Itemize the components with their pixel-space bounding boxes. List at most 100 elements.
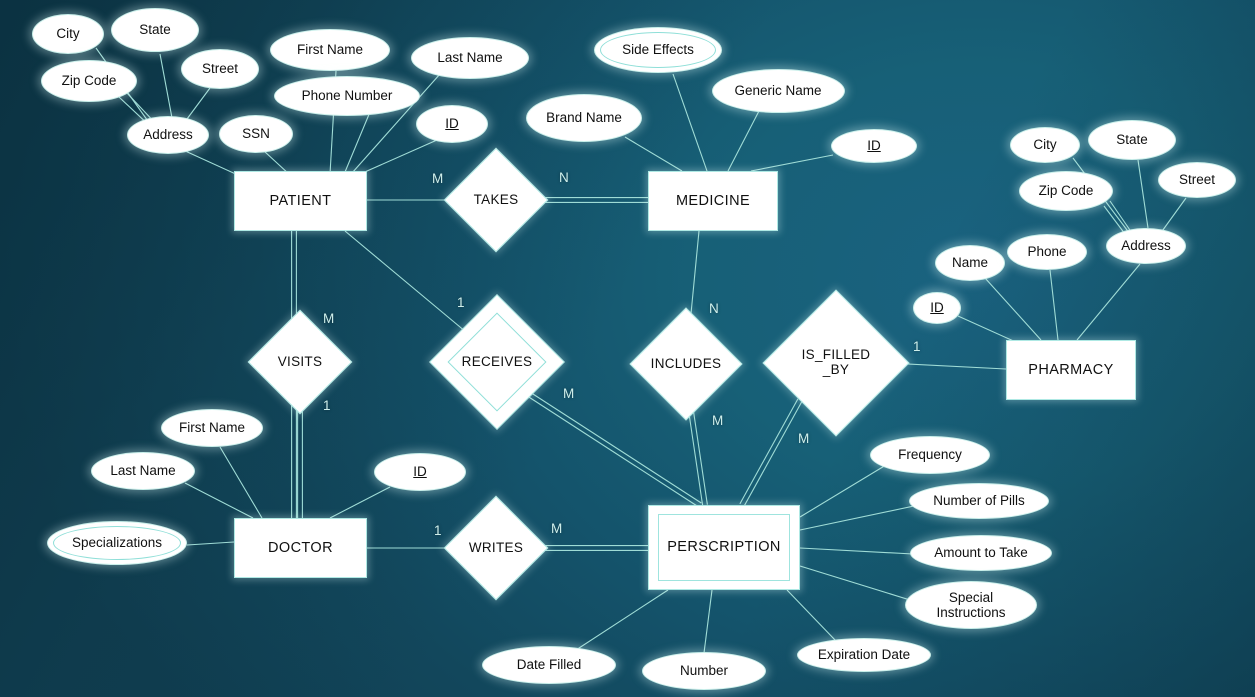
attribute-p_last[interactable]: Last Name [411,37,529,79]
card-isfilled-perscription: M [798,431,810,446]
attribute-label: Last Name [110,463,176,479]
attribute-d_id[interactable]: ID [374,453,466,491]
connector-line [219,446,263,519]
attribute-label: Number of Pills [933,493,1025,509]
entity-doctor[interactable]: DOCTOR [234,518,367,578]
connector-line [799,505,915,531]
entity-label: MEDICINE [675,192,751,209]
connector-line [727,110,760,172]
relationship-is_filled_by[interactable]: IS_FILLED _BY [762,289,910,437]
attribute-label: Expiration Date [817,647,911,663]
connector-line [1159,197,1187,235]
attribute-label: Zip Code [1038,183,1094,199]
relationship-visits[interactable]: VISITS [247,309,353,415]
weak-entity-inner-border: PERSCRIPTION [658,514,790,581]
attribute-p_street[interactable]: Street [181,49,259,89]
attribute-p_city[interactable]: City [32,14,104,54]
attribute-p_address[interactable]: Address [127,116,209,154]
attribute-rx_pills[interactable]: Number of Pills [909,483,1049,519]
relationship-label: VISITS [277,353,323,369]
attribute-label: First Name [178,420,245,436]
attribute-p_zip[interactable]: Zip Code [41,60,137,102]
attribute-d_first[interactable]: First Name [161,409,263,447]
attribute-m_generic[interactable]: Generic Name [711,69,845,113]
connector-line [357,139,438,176]
card-includes-medicine: N [709,301,719,316]
connector-line [672,73,708,172]
attribute-ph_state[interactable]: State [1088,120,1176,160]
card-receives-patient: 1 [457,295,465,310]
attribute-rx_special[interactable]: Special Instructions [905,581,1037,629]
attribute-label: ID [413,464,427,480]
attribute-ph_name[interactable]: Name [935,245,1005,281]
attribute-label: Side Effects [622,42,694,58]
entity-patient[interactable]: PATIENT [234,171,367,231]
attribute-m_brand[interactable]: Brand Name [526,94,642,142]
attribute-label: ID [930,300,944,316]
card-visits-patient: M [323,311,335,326]
connector-line [329,486,391,519]
connector-line [799,547,914,555]
card-receives-perscription: M [563,386,575,401]
attribute-label: Date Filled [516,657,582,673]
relationship-label: RECEIVES [461,353,533,369]
card-writes-doctor: 1 [434,523,442,538]
attribute-rx_amount[interactable]: Amount to Take [910,535,1052,571]
attribute-label: Phone [1027,244,1067,260]
attribute-p_phone[interactable]: Phone Number [274,76,420,116]
attribute-rx_expire[interactable]: Expiration Date [797,638,931,672]
relationship-writes[interactable]: WRITES [443,495,549,601]
er-diagram-canvas: PATIENT MEDICINE PHARMACY DOCTOR PERSCRIPTIO… [0,0,1255,697]
attribute-ph_zip[interactable]: Zip Code [1019,171,1113,211]
attribute-p_state[interactable]: State [111,8,199,52]
attribute-label: Street [201,61,239,77]
connector-line [624,136,683,172]
relationship-takes[interactable]: TAKES [443,147,549,253]
attribute-label: State [139,22,171,38]
attribute-ph_address[interactable]: Address [1106,228,1186,264]
attribute-ph_phone[interactable]: Phone [1007,234,1087,270]
connector-line [799,565,911,601]
attribute-m_id[interactable]: ID [831,129,917,163]
attribute-label: Brand Name [546,110,622,126]
attribute-ph_street[interactable]: Street [1158,162,1236,198]
connector-line [984,277,1042,341]
attribute-p_id[interactable]: ID [416,105,488,143]
attribute-label: Zip Code [61,73,117,89]
entity-perscription[interactable]: PERSCRIPTION [648,505,800,590]
connector-line [525,394,699,508]
attribute-d_spec[interactable]: Specializations [47,521,187,565]
attribute-label: First Name [296,42,363,58]
entity-label: DOCTOR [268,539,333,556]
connector-line [159,53,173,119]
relationship-receives[interactable]: RECEIVES [429,294,565,430]
relationship-includes[interactable]: INCLUDES [629,307,743,421]
attribute-rx_freq[interactable]: Frequency [870,436,990,474]
entity-label: PATIENT [269,192,332,209]
attribute-label: ID [867,138,881,154]
attribute-label: Street [1178,172,1216,188]
entity-pharmacy[interactable]: PHARMACY [1006,340,1136,400]
connector-line [184,482,254,519]
attribute-rx_number[interactable]: Number [642,652,766,690]
attribute-label: City [56,26,80,42]
attribute-label: Name [951,255,988,271]
card-takes-medicine: N [559,170,569,185]
entity-medicine[interactable]: MEDICINE [648,171,778,231]
connector-line [575,589,669,651]
attribute-d_last[interactable]: Last Name [91,452,195,490]
attribute-p_first[interactable]: First Name [270,29,390,71]
attribute-m_side[interactable]: Side Effects [594,27,722,73]
attribute-p_ssn[interactable]: SSN [219,115,293,153]
attribute-rx_filled[interactable]: Date Filled [482,646,616,684]
relationship-label: IS_FILLED _BY [801,347,871,377]
card-isfilled-pharmacy: 1 [913,339,921,354]
attribute-label: Address [1121,238,1171,254]
connector-line [750,154,834,172]
entity-label: PHARMACY [1028,361,1114,378]
attribute-ph_id[interactable]: ID [913,292,961,324]
relationship-label: INCLUDES [650,355,722,371]
attribute-ph_city[interactable]: City [1010,127,1080,163]
connector-line [344,111,371,173]
card-visits-doctor: 1 [323,398,331,413]
